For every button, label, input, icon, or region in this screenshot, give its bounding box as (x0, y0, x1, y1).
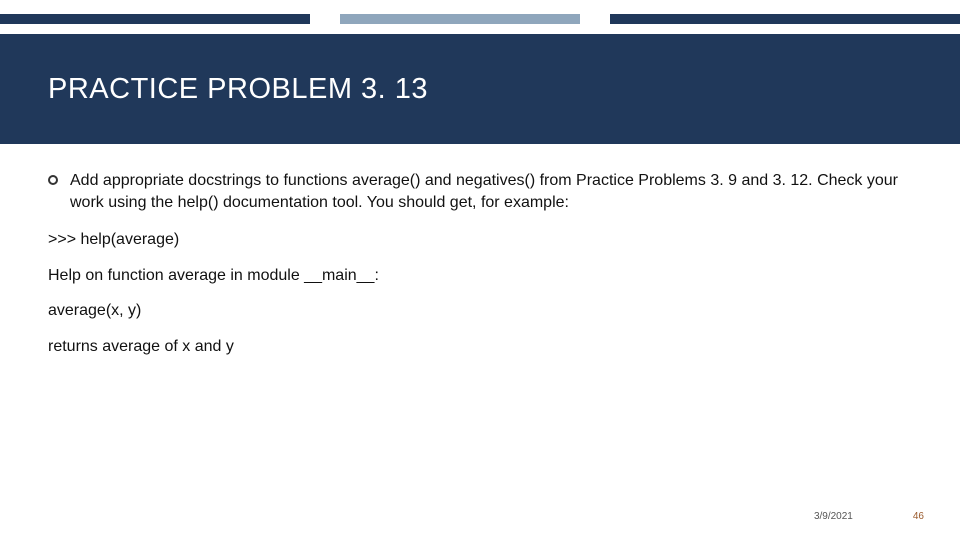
border-segment-light (340, 14, 580, 24)
bullet-circle-icon (48, 175, 58, 185)
bullet-item: Add appropriate docstrings to functions … (48, 170, 924, 213)
top-border (0, 14, 960, 24)
slide-footer: 3/9/2021 46 (814, 511, 924, 522)
help-header-line: Help on function average in module __mai… (48, 265, 924, 287)
footer-date: 3/9/2021 (814, 511, 853, 522)
slide: PRACTICE PROBLEM 3. 13 Add appropriate d… (0, 0, 960, 540)
border-segment-dark-left (0, 14, 310, 24)
footer-page-number: 46 (913, 511, 924, 522)
slide-content: Add appropriate docstrings to functions … (48, 170, 924, 358)
repl-line: >>> help(average) (48, 229, 924, 251)
signature-line: average(x, y) (48, 300, 924, 322)
slide-title: PRACTICE PROBLEM 3. 13 (48, 73, 428, 106)
desc-line: returns average of x and y (48, 336, 924, 358)
bullet-text: Add appropriate docstrings to functions … (70, 170, 924, 213)
border-segment-dark-right (610, 14, 960, 24)
title-band: PRACTICE PROBLEM 3. 13 (0, 34, 960, 144)
